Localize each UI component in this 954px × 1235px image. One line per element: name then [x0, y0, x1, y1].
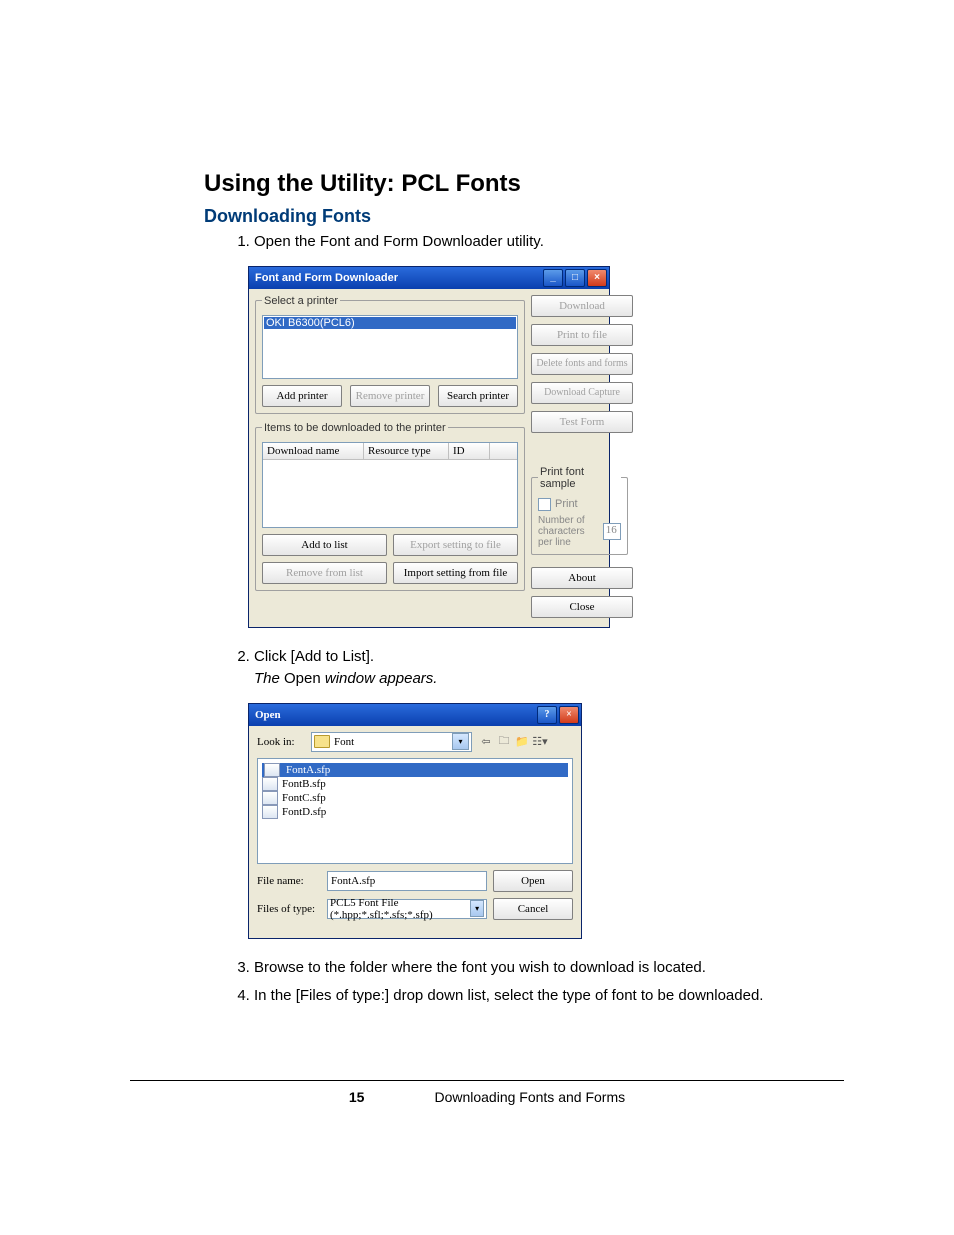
maximize-button[interactable]: □ [565, 269, 585, 287]
page-footer: 15 Downloading Fonts and Forms [130, 1080, 844, 1105]
minimize-button[interactable]: _ [543, 269, 563, 287]
col-id[interactable]: ID [449, 443, 490, 459]
look-in-value: Font [334, 736, 354, 748]
files-of-type-label: Files of type: [257, 903, 321, 915]
close-button[interactable]: × [587, 269, 607, 287]
file-icon [262, 777, 278, 791]
page-number: 15 [349, 1089, 365, 1105]
up-one-level-icon[interactable]: 🗀 [496, 734, 512, 750]
export-setting-button: Export setting to file [393, 534, 518, 556]
print-font-sample-legend: Print font sample [538, 466, 621, 490]
minimize-icon: _ [550, 272, 556, 283]
steps-list-2: Click [Add to List]. The Open window app… [220, 646, 844, 691]
file-item[interactable]: FontC.sfp [262, 791, 568, 805]
help-button[interactable]: ? [537, 706, 557, 724]
files-of-type-combo[interactable]: PCL5 Font File (*.hpp;*.sfl;*.sfs;*.sfp)… [327, 899, 487, 919]
window-titlebar[interactable]: Font and Form Downloader _ □ × [249, 267, 609, 289]
file-icon [264, 763, 280, 777]
print-font-sample-group: Print font sample Print Number of charac… [531, 466, 628, 555]
step-1: Open the Font and Form Downloader utilit… [254, 231, 844, 254]
file-item[interactable]: FontA.sfp [262, 763, 568, 777]
footer-section-title: Downloading Fonts and Forms [434, 1089, 625, 1105]
col-download-name[interactable]: Download name [263, 443, 364, 459]
look-in-combo[interactable]: Font ▾ [311, 732, 472, 752]
window-title: Font and Form Downloader [255, 272, 398, 284]
open-dialog-window: Open ? × Look in: Font ▾ ⇦ 🗀 📁 ☷▾ [248, 703, 582, 939]
add-printer-button[interactable]: Add printer [262, 385, 342, 407]
file-item[interactable]: FontD.sfp [262, 805, 568, 819]
file-name-label: File name: [257, 875, 321, 887]
test-form-button: Test Form [531, 411, 633, 433]
open-button[interactable]: Open [493, 870, 573, 892]
items-group: Items to be downloaded to the printer Do… [255, 422, 525, 591]
close-button[interactable]: × [559, 706, 579, 724]
print-checkbox[interactable] [538, 498, 551, 511]
printer-item[interactable]: OKI B6300(PCL6) [264, 317, 516, 329]
select-printer-legend: Select a printer [262, 295, 340, 307]
file-list[interactable]: FontA.sfp FontB.sfp FontC.sfp FontD.sfp [257, 758, 573, 864]
font-form-downloader-window: Font and Form Downloader _ □ × Select a … [248, 266, 610, 628]
steps-list-3: Browse to the folder where the font you … [220, 957, 844, 1008]
col-resource-type[interactable]: Resource type [364, 443, 449, 459]
file-name-input[interactable]: FontA.sfp [327, 871, 487, 891]
delete-fonts-forms-button: Delete fonts and forms [531, 353, 633, 375]
remove-printer-button: Remove printer [350, 385, 430, 407]
folder-icon [314, 735, 330, 748]
chevron-down-icon[interactable]: ▾ [470, 900, 484, 917]
page-heading: Using the Utility: PCL Fonts [204, 170, 844, 198]
step-3: Browse to the folder where the font you … [254, 957, 844, 980]
print-checkbox-label: Print [555, 498, 578, 510]
step-2: Click [Add to List]. The Open window app… [254, 646, 844, 691]
look-in-label: Look in: [257, 736, 305, 748]
section-heading: Downloading Fonts [204, 206, 844, 227]
new-folder-icon[interactable]: 📁 [514, 734, 530, 750]
views-icon[interactable]: ☷▾ [532, 734, 548, 750]
files-of-type-value: PCL5 Font File (*.hpp;*.sfl;*.sfs;*.sfp) [330, 897, 466, 921]
steps-list: Open the Font and Form Downloader utilit… [220, 231, 844, 254]
help-icon: ? [545, 709, 550, 720]
open-dialog-title: Open [255, 709, 281, 721]
remove-from-list-button: Remove from list [262, 562, 387, 584]
num-chars-input[interactable]: 16 [603, 523, 621, 540]
download-capture-button: Download Capture [531, 382, 633, 404]
search-printer-button[interactable]: Search printer [438, 385, 518, 407]
file-item[interactable]: FontB.sfp [262, 777, 568, 791]
chevron-down-icon[interactable]: ▾ [452, 733, 469, 750]
step-4: In the [Files of type:] drop down list, … [254, 985, 844, 1008]
select-printer-group: Select a printer OKI B6300(PCL6) Add pri… [255, 295, 525, 414]
open-dialog-titlebar[interactable]: Open ? × [249, 704, 581, 726]
close-icon: × [566, 709, 572, 720]
import-setting-button[interactable]: Import setting from file [393, 562, 518, 584]
num-chars-label: Number of characters per line [538, 515, 599, 548]
add-to-list-button[interactable]: Add to list [262, 534, 387, 556]
items-listview[interactable]: Download name Resource type ID [262, 442, 518, 528]
file-icon [262, 791, 278, 805]
items-legend: Items to be downloaded to the printer [262, 422, 448, 434]
print-to-file-button: Print to file [531, 324, 633, 346]
cancel-button[interactable]: Cancel [493, 898, 573, 920]
back-icon[interactable]: ⇦ [478, 734, 494, 750]
close-dialog-button[interactable]: Close [531, 596, 633, 618]
printer-listbox[interactable]: OKI B6300(PCL6) [262, 315, 518, 379]
download-button: Download [531, 295, 633, 317]
close-icon: × [594, 272, 600, 283]
about-button[interactable]: About [531, 567, 633, 589]
file-icon [262, 805, 278, 819]
maximize-icon: □ [572, 272, 578, 283]
